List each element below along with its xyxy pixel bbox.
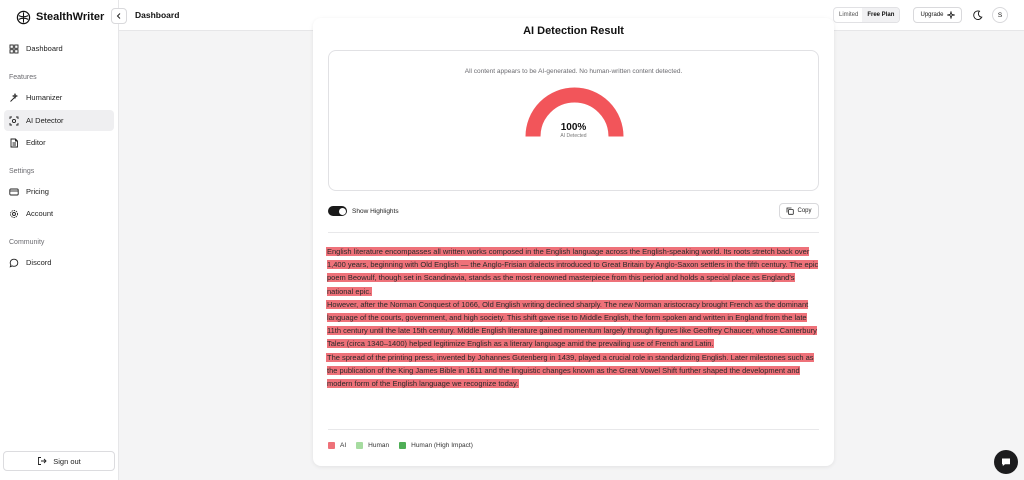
page-title: Dashboard — [135, 10, 180, 20]
sidebar-item-label: Account — [26, 209, 54, 218]
ai-percent: 100% — [560, 122, 587, 133]
gear-icon — [10, 209, 18, 218]
sparkle-icon — [946, 11, 955, 19]
legend-label: Human (High Impact) — [411, 442, 473, 449]
support-chat-button[interactable] — [994, 450, 1018, 474]
copy-icon — [787, 207, 795, 215]
moon-icon — [972, 9, 983, 20]
legend-label: Human — [368, 442, 390, 449]
stealthwriter-logo-icon — [16, 10, 31, 24]
highlight-legend: AI Human Human (High Impact) — [328, 442, 473, 449]
legend-item: Human — [356, 442, 389, 449]
plan-name: Free Plan — [862, 8, 900, 22]
sign-out-icon — [38, 457, 47, 465]
result-message: All content appears to be AI-generated. … — [464, 68, 683, 75]
sidebar-item-label: Dashboard — [26, 44, 63, 53]
chat-bubble-icon — [9, 258, 19, 268]
sidebar-item-dashboard[interactable]: Dashboard — [4, 38, 114, 59]
legend-swatch — [399, 442, 407, 449]
sign-out-label: Sign out — [53, 456, 81, 466]
credit-card-icon — [9, 188, 19, 195]
result-heading: AI Detection Result — [523, 25, 624, 37]
theme-toggle-button[interactable] — [969, 7, 985, 23]
chevron-left-icon — [116, 13, 121, 19]
sidebar: StealthWriter Dashboard Features Humaniz… — [0, 0, 119, 480]
user-avatar[interactable]: S — [992, 7, 1008, 23]
sidebar-item-label: Pricing — [26, 187, 49, 196]
sign-out-button[interactable]: Sign out — [3, 451, 115, 471]
legend-item: AI — [328, 442, 346, 449]
sidebar-item-editor[interactable]: Editor — [4, 132, 114, 153]
divider — [328, 232, 819, 233]
copy-label: Copy — [797, 208, 812, 214]
legend-swatch — [356, 442, 364, 449]
text-paragraph: The spread of the printing press, invent… — [327, 351, 819, 391]
upgrade-label: Upgrade — [920, 12, 944, 18]
sidebar-item-humanizer[interactable]: Humanizer — [4, 87, 114, 108]
text-paragraph: English literature encompasses all writt… — [327, 245, 819, 298]
section-label-community: Community — [9, 239, 45, 246]
dashboard-icon — [9, 44, 19, 53]
show-highlights-toggle[interactable] — [328, 206, 347, 216]
sidebar-item-discord[interactable]: Discord — [4, 252, 114, 273]
show-highlights-row: Show Highlights — [328, 206, 399, 216]
sidebar-item-account[interactable]: Account — [4, 203, 114, 224]
ai-highlighted-sentence: However, after the Norman Conquest of 10… — [327, 299, 603, 309]
detection-result-card: AI Detection Result All content appears … — [313, 18, 834, 466]
sidebar-item-label: AI Detector — [26, 116, 64, 125]
text-paragraph: However, after the Norman Conquest of 10… — [327, 298, 819, 351]
sidebar-item-ai-detector[interactable]: AI Detector — [4, 110, 114, 131]
sidebar-item-label: Editor — [26, 138, 46, 147]
upgrade-button[interactable]: Upgrade — [913, 7, 962, 23]
section-label-settings: Settings — [9, 168, 35, 175]
ai-detector-icon — [9, 116, 19, 125]
show-highlights-label: Show Highlights — [352, 207, 399, 215]
ai-percent-label: AI Detected — [560, 133, 587, 139]
divider — [328, 429, 819, 430]
legend-label: AI — [340, 442, 347, 449]
ai-highlighted-sentence: English literature encompasses all writt… — [327, 247, 722, 256]
analyzed-text: English literature encompasses all writt… — [327, 245, 819, 390]
result-summary-box: All content appears to be AI-generated. … — [328, 50, 819, 191]
plan-status: Limited — [839, 12, 859, 18]
chat-icon — [1002, 458, 1010, 466]
section-label-features: Features — [9, 74, 37, 81]
sidebar-item-pricing[interactable]: Pricing — [4, 181, 114, 202]
editor-icon — [10, 138, 18, 147]
humanizer-icon — [10, 92, 19, 102]
ai-highlighted-sentence: The spread of the printing press, invent… — [327, 352, 729, 362]
collapse-sidebar-button[interactable] — [111, 8, 127, 24]
plan-indicator: Limited Free Plan — [833, 7, 901, 23]
sidebar-item-label: Humanizer — [26, 93, 63, 102]
brand-name: StealthWriter — [36, 11, 105, 23]
brand[interactable]: StealthWriter — [16, 9, 104, 25]
copy-button[interactable]: Copy — [779, 203, 819, 219]
legend-item: Human (High Impact) — [399, 442, 473, 449]
legend-swatch — [328, 442, 335, 449]
sidebar-item-label: Discord — [26, 258, 52, 267]
